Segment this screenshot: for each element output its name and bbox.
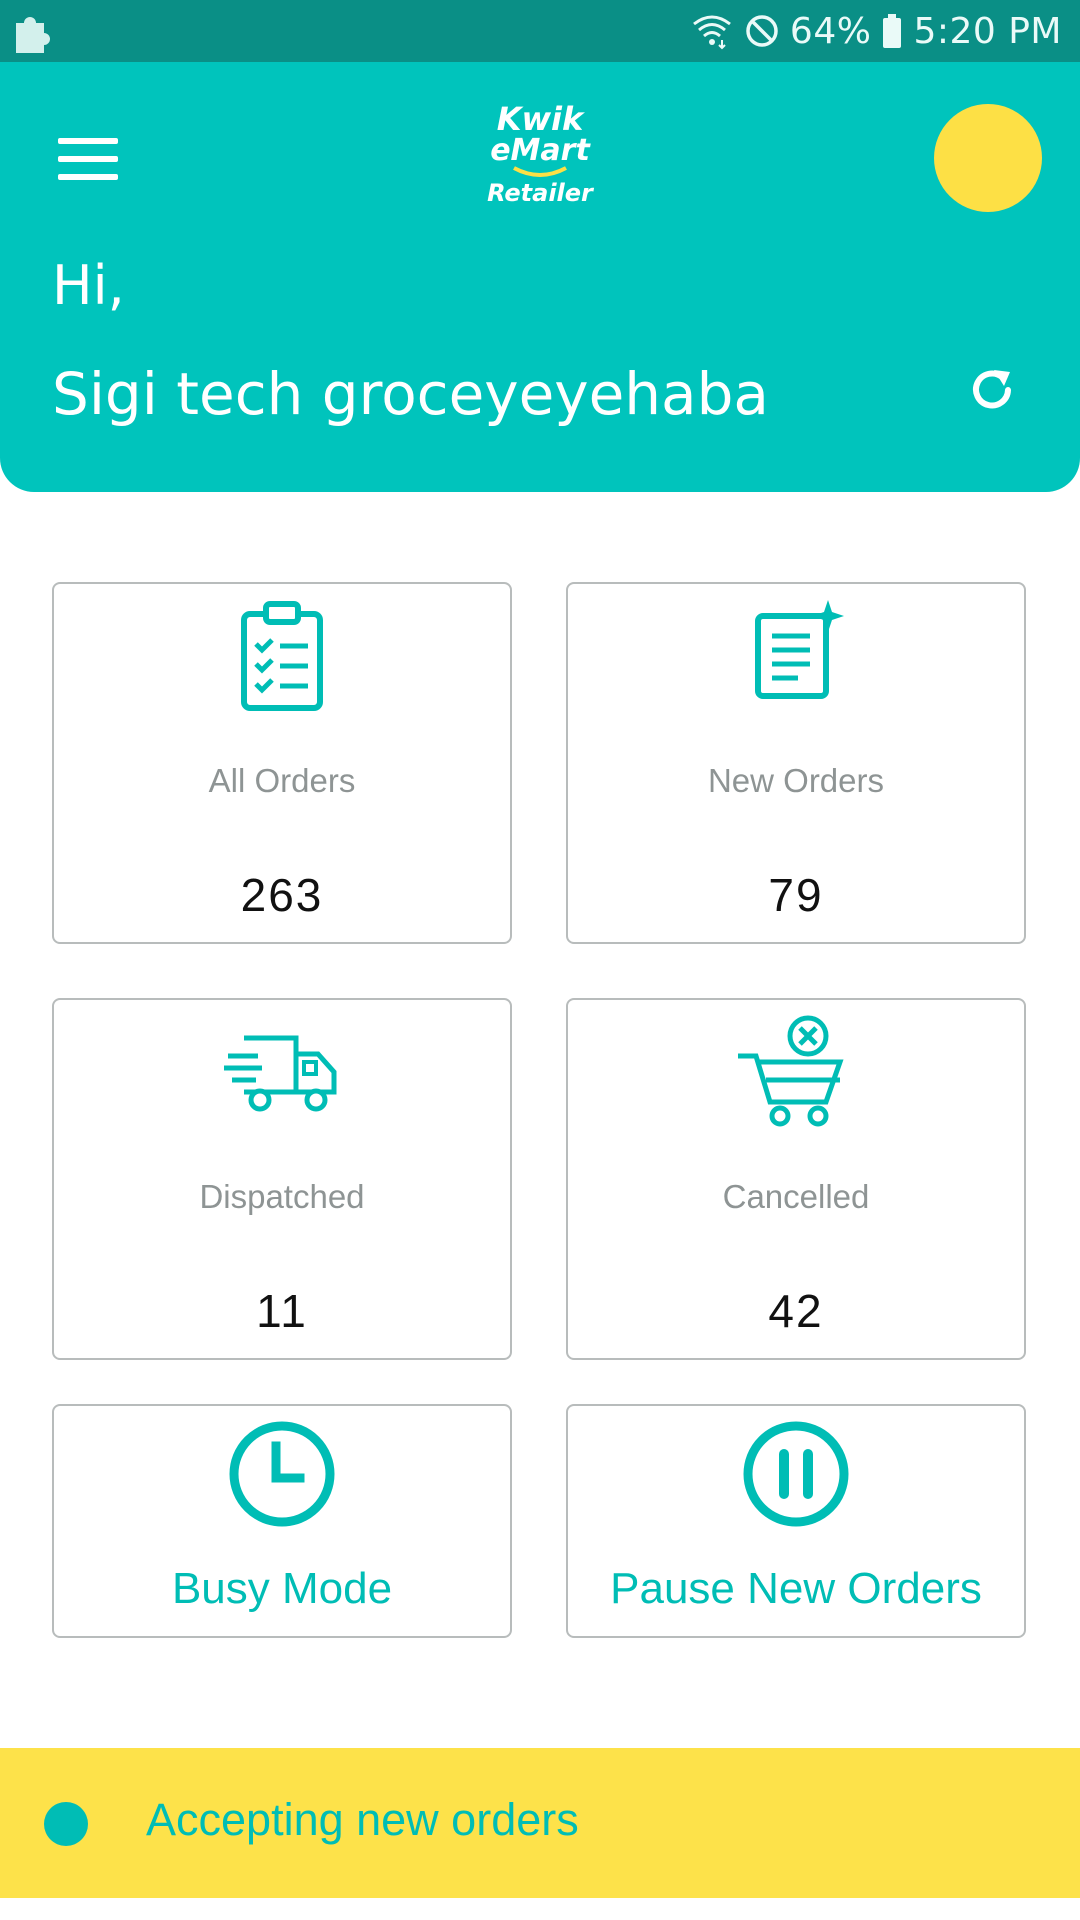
card-label: New Orders [707, 762, 885, 799]
busy-mode-button[interactable]: Busy Mode [52, 1404, 512, 1638]
new-orders-card[interactable]: New Orders 79 [566, 582, 1026, 944]
status-indicator-dot [44, 1802, 88, 1846]
card-label: All Orders [208, 762, 356, 799]
logo-text-emart: eMart [490, 133, 590, 168]
wifi-icon [693, 15, 731, 50]
card-count: 11 [256, 1285, 308, 1337]
card-label: Cancelled [722, 1178, 870, 1215]
cart-cancel-icon [738, 1015, 844, 1127]
card-count: 79 [768, 869, 824, 921]
order-status-text: Accepting new orders [146, 1794, 579, 1845]
menu-icon-line [58, 174, 118, 180]
action-label: Pause New Orders [610, 1564, 982, 1613]
dispatched-card[interactable]: Dispatched 11 [52, 998, 512, 1360]
logo-text-retailer: Retailer [487, 179, 593, 207]
card-count: 263 [240, 869, 324, 921]
battery-percent: 64% [789, 10, 872, 52]
logo-text-kwik: Kwik [496, 100, 584, 138]
pause-icon [743, 1421, 849, 1527]
puzzle-icon [16, 17, 50, 53]
pause-new-orders-button[interactable]: Pause New Orders [566, 1404, 1026, 1638]
cancelled-card[interactable]: Cancelled 42 [566, 998, 1026, 1360]
menu-icon-line [58, 156, 118, 162]
clock-time: 5:20 PM [913, 10, 1062, 52]
card-count: 42 [768, 1285, 824, 1337]
action-label: Busy Mode [171, 1564, 393, 1613]
delivery-truck-icon [224, 1035, 337, 1112]
new-document-icon [755, 600, 844, 699]
avatar[interactable] [934, 104, 1042, 212]
menu-icon [58, 138, 118, 144]
do-not-disturb-icon [746, 15, 778, 47]
card-label: Dispatched [199, 1178, 365, 1215]
clipboard-checklist-icon [241, 601, 323, 711]
menu-button[interactable] [56, 134, 122, 190]
app-logo: Kwik eMart Retailer [470, 102, 610, 222]
order-status-bar[interactable]: Accepting new orders [0, 1748, 1080, 1898]
battery-icon [883, 14, 902, 48]
status-bar: 64% 5:20 PM [0, 0, 1080, 62]
greeting-text: Hi, [52, 254, 125, 317]
all-orders-card[interactable]: All Orders 263 [52, 582, 512, 944]
store-name: Sigi tech groceyeyehaba [52, 360, 769, 428]
clock-icon [229, 1421, 335, 1527]
header: Kwik eMart Retailer Hi, Sigi tech grocey… [0, 62, 1080, 492]
refresh-icon[interactable] [964, 362, 1020, 418]
